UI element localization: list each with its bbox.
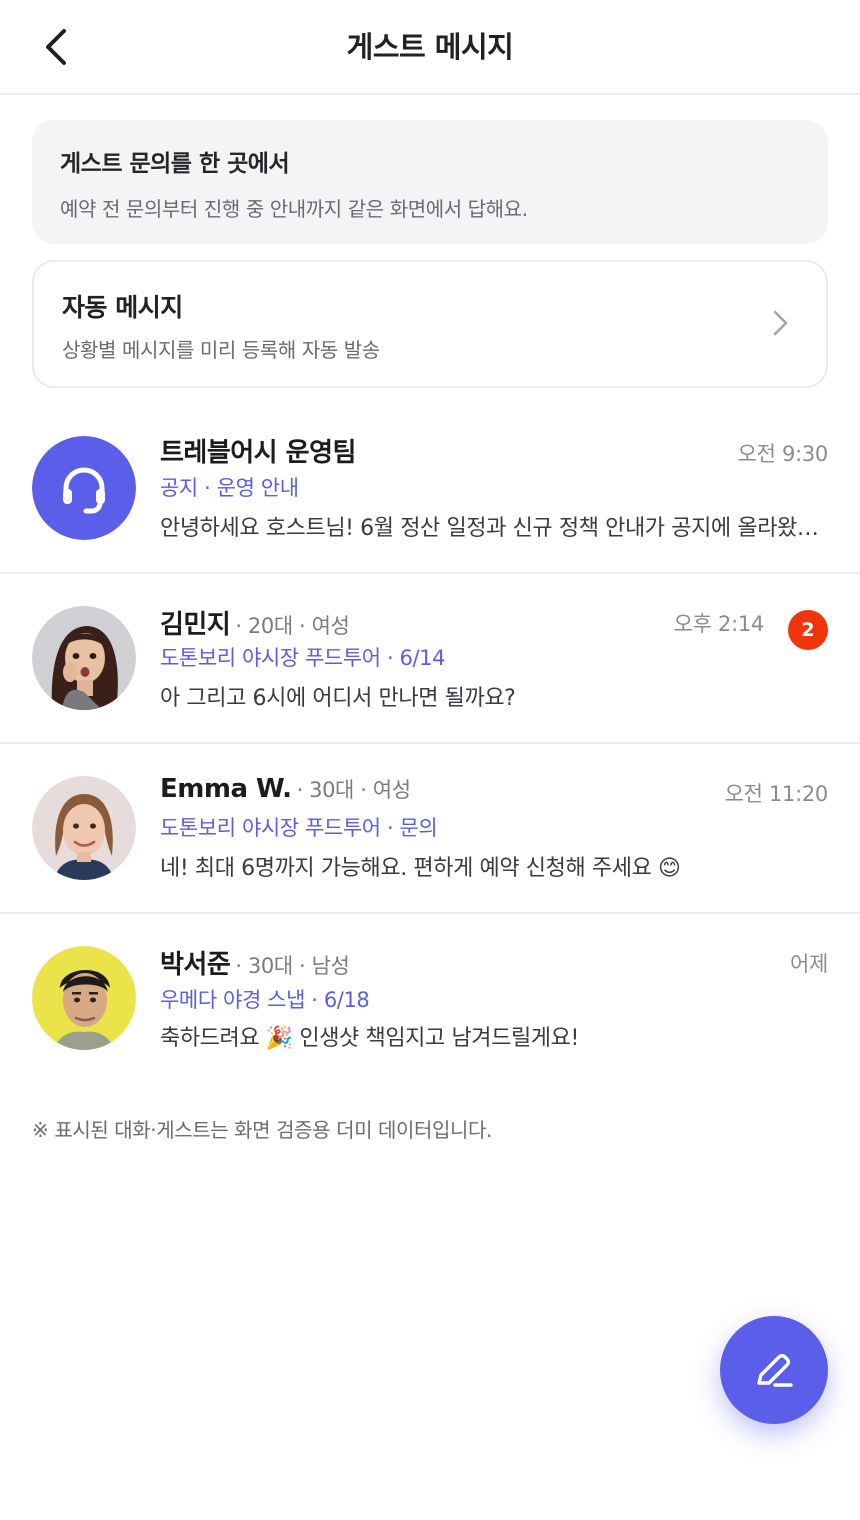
avatar: [32, 606, 136, 710]
thread-item[interactable]: 김민지 · 20대 · 여성 오후 2:14 2 도톤보리 야시장 푸드투어 ·…: [0, 574, 860, 744]
thread-item[interactable]: Emma W. · 30대 · 여성 오전 11:20 도톤보리 야시장 푸드투…: [0, 744, 860, 914]
info-card-title: 게스트 문의를 한 곳에서: [60, 151, 290, 177]
thread-meta: · 30대 · 여성: [296, 778, 411, 802]
thread-item[interactable]: 박서준 · 30대 · 남성 어제 우메다 야경 스냅 · 6/18 축하드려요…: [0, 914, 860, 1084]
thread-name: Emma W.: [160, 774, 292, 804]
thread-subtitle: 우메다 야경 스냅 · 6/18: [160, 988, 370, 1012]
page-title: 게스트 메시지: [346, 30, 514, 64]
dummy-data-footnote: ※ 표시된 대화·게스트는 화면 검증용 더미 데이터입니다.: [32, 1118, 493, 1142]
thread-time: 오후 2:14: [673, 612, 765, 636]
info-card-description: 예약 전 문의부터 진행 중 안내까지 같은 화면에서 답해요.: [60, 197, 528, 221]
auto-message-card[interactable]: 자동 메시지 상황별 메시지를 미리 등록해 자동 발송: [32, 260, 828, 388]
thread-message: 아 그리고 6시에 어디서 만나면 될까요?: [160, 686, 516, 711]
thread-time: 오전 9:30: [737, 442, 829, 466]
thread-subtitle: 도톤보리 야시장 푸드투어 · 문의: [160, 816, 438, 840]
compose-button[interactable]: [720, 1316, 828, 1424]
avatar: [32, 946, 136, 1050]
auto-message-description: 상황별 메시지를 미리 등록해 자동 발송: [62, 338, 380, 362]
thread-time: 오전 11:20: [724, 782, 829, 806]
thread-meta: · 30대 · 남성: [235, 954, 350, 978]
thread-name: 트레블어시 운영팀: [160, 438, 356, 468]
avatar: [32, 436, 136, 540]
unread-badge: 2: [788, 610, 828, 650]
thread-message: 축하드려요 🎉 인생샷 책임지고 남겨드릴게요!: [160, 1026, 579, 1051]
info-card: 게스트 문의를 한 곳에서 예약 전 문의부터 진행 중 안내까지 같은 화면에…: [32, 120, 828, 244]
thread-subtitle: 도톤보리 야시장 푸드투어 · 6/14: [160, 646, 446, 670]
auto-message-title: 자동 메시지: [62, 293, 183, 322]
thread-meta: · 20대 · 여성: [235, 614, 350, 638]
thread-message: 안녕하세요 호스트님! 6월 정산 일정과 신규 정책 안내가 공지에 올라왔어…: [160, 516, 828, 541]
compose-pen-icon: [757, 1354, 793, 1387]
thread-name: 김민지: [160, 610, 231, 640]
thread-subtitle: 공지 · 운영 안내: [160, 476, 299, 500]
header: 게스트 메시지: [0, 0, 860, 95]
avatar: [32, 776, 136, 880]
thread-item[interactable]: 트레블어시 운영팀 오전 9:30 공지 · 운영 안내 안녕하세요 호스트님!…: [0, 404, 860, 574]
thread-time: 어제: [789, 952, 828, 976]
thread-name: 박서준: [160, 950, 231, 980]
chevron-right-icon: [773, 310, 788, 336]
thread-message: 네! 최대 6명까지 가능해요. 편하게 예약 신청해 주세요 😊: [160, 856, 681, 881]
